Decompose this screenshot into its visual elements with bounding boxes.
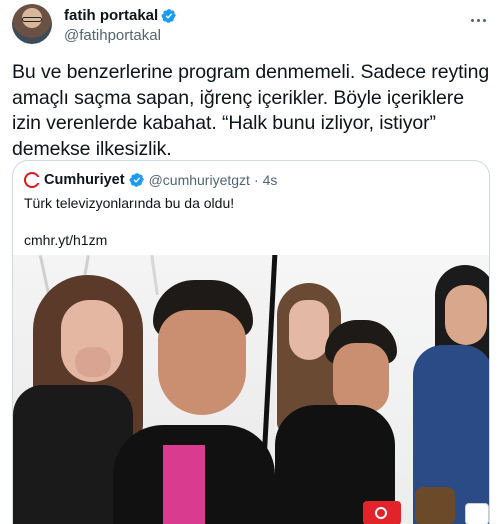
quoted-author-handle: @cumhuriyetgzt <box>148 172 250 188</box>
more-options-icon[interactable] <box>468 10 488 30</box>
author-name-row: fatih portakal <box>64 7 177 24</box>
quoted-author-name: Cumhuriyet <box>44 172 125 188</box>
verified-badge-icon <box>161 8 177 23</box>
verified-badge-icon <box>129 173 144 187</box>
quoted-media-image[interactable] <box>13 255 489 524</box>
quoted-timestamp: 4s <box>262 172 278 188</box>
cumhuriyet-logo-icon <box>24 172 41 188</box>
quoted-tweet-header: Cumhuriyet @cumhuriyetgzt · 4s <box>24 172 277 188</box>
media-right-panel <box>275 255 489 524</box>
media-left-panel <box>13 255 275 524</box>
quoted-tweet[interactable]: Cumhuriyet @cumhuriyetgzt · 4s Türk tele… <box>12 160 490 524</box>
author-avatar[interactable] <box>12 4 52 44</box>
quoted-tweet-link[interactable]: cmhr.yt/h1zm <box>24 232 107 248</box>
separator-dot: · <box>253 172 259 188</box>
tweet-header: fatih portakal @fatihportakal <box>12 4 488 46</box>
tweet-text: Bu ve benzerlerine program denmemeli. Sa… <box>12 61 490 160</box>
author-display-name[interactable]: fatih portakal <box>64 7 158 24</box>
author-handle[interactable]: @fatihportakal <box>64 27 161 44</box>
quoted-tweet-text: Türk televizyonlarında bu da oldu! <box>24 195 235 211</box>
